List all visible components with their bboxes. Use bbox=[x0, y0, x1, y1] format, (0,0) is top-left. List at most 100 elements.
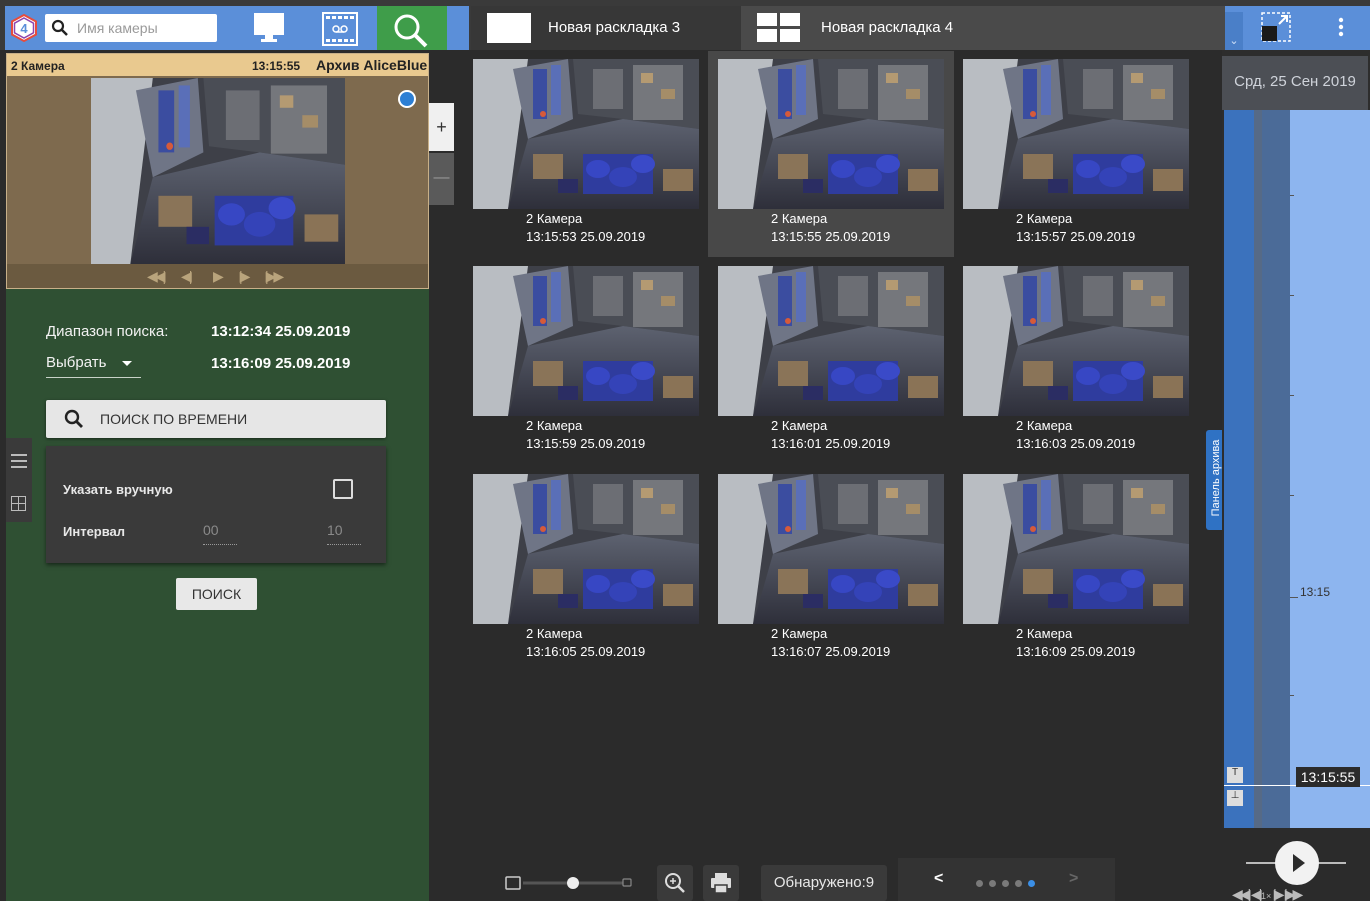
print-button[interactable] bbox=[703, 865, 739, 901]
interval-to[interactable]: 10 bbox=[327, 522, 343, 538]
select-dropdown[interactable]: Выбрать bbox=[46, 354, 106, 371]
time-search-button[interactable]: ПОИСК ПО ВРЕМЕНИ bbox=[46, 400, 386, 438]
tab-label: Новая раскладка 4 bbox=[821, 19, 954, 36]
result-item[interactable]: 2 Камера 13:15:59 25.09.2019 bbox=[463, 258, 709, 464]
camera-video[interactable] bbox=[91, 78, 345, 264]
skip-end-icon[interactable]: |▶▶ bbox=[1284, 886, 1303, 901]
result-item[interactable]: 2 Камера 13:16:01 25.09.2019 bbox=[708, 258, 954, 464]
skip-end-icon[interactable]: |▶▶ bbox=[265, 268, 284, 285]
search-icon bbox=[64, 409, 83, 428]
tab-layout-4[interactable]: Новая раскладка 4 bbox=[741, 6, 1225, 50]
search-icon bbox=[394, 14, 428, 48]
manual-checkbox[interactable] bbox=[333, 479, 353, 499]
timeline-tick bbox=[1290, 495, 1294, 496]
result-thumbnail[interactable] bbox=[718, 266, 944, 416]
thumbnail-size-slider[interactable] bbox=[495, 873, 645, 893]
result-time: 13:15:53 25.09.2019 bbox=[526, 229, 646, 244]
result-item[interactable]: 2 Камера 13:16:09 25.09.2019 bbox=[953, 466, 1199, 672]
interval-from[interactable]: 00 bbox=[203, 522, 219, 538]
step-forward-icon[interactable]: |▶ bbox=[239, 268, 251, 285]
page-dot[interactable] bbox=[1002, 880, 1009, 887]
skip-start-icon[interactable]: ◀◀| bbox=[1232, 886, 1251, 901]
zoom-out-button[interactable]: — bbox=[429, 153, 454, 205]
info-icon[interactable] bbox=[398, 90, 416, 108]
result-item[interactable]: 2 Камера 13:16:05 25.09.2019 bbox=[463, 466, 709, 672]
result-camera: 2 Камера bbox=[1016, 626, 1073, 641]
chevron-left-icon[interactable]: < bbox=[934, 870, 943, 888]
zoom-in-button[interactable]: + bbox=[429, 103, 454, 151]
result-thumbnail[interactable] bbox=[473, 266, 699, 416]
result-time: 13:16:07 25.09.2019 bbox=[771, 644, 891, 659]
speed-label[interactable]: 1× bbox=[1261, 891, 1271, 901]
app-window: { "topbar": { "search_placeholder": "Имя… bbox=[0, 0, 1370, 901]
step-back-icon[interactable]: ◀| bbox=[1251, 886, 1263, 901]
skip-start-icon[interactable]: ◀◀| bbox=[147, 268, 166, 285]
result-thumbnail[interactable] bbox=[963, 474, 1189, 624]
result-camera: 2 Камера bbox=[526, 626, 583, 641]
search-button[interactable]: ПОИСК bbox=[176, 578, 257, 610]
result-thumbnail[interactable] bbox=[473, 474, 699, 624]
result-time: 13:16:09 25.09.2019 bbox=[1016, 644, 1136, 659]
result-camera: 2 Камера bbox=[771, 211, 828, 226]
monitor-button[interactable] bbox=[238, 6, 298, 50]
chevron-down-icon[interactable] bbox=[122, 361, 132, 366]
step-forward-icon[interactable]: |▶ bbox=[1273, 886, 1285, 901]
camera-tile[interactable]: 2 Камера 13:15:55 Архив AliceBlue ◀◀| ◀|… bbox=[6, 53, 429, 289]
print-icon bbox=[711, 873, 731, 894]
result-thumbnail[interactable] bbox=[963, 266, 1189, 416]
result-time: 13:15:59 25.09.2019 bbox=[526, 436, 646, 451]
result-camera: 2 Камера bbox=[771, 626, 828, 641]
top-right-toolbar: ⌄ bbox=[1225, 6, 1370, 52]
grid-icon[interactable] bbox=[11, 496, 26, 511]
timeline-area[interactable] bbox=[1290, 110, 1370, 828]
result-item[interactable]: 2 Камера 13:16:03 25.09.2019 bbox=[953, 258, 1199, 464]
more-vert-icon[interactable] bbox=[1331, 12, 1351, 44]
chevron-right-icon[interactable]: > bbox=[1069, 870, 1078, 888]
search-icon bbox=[51, 19, 68, 36]
range-label: Диапазон поиска: bbox=[46, 323, 169, 340]
pagination: < > bbox=[898, 858, 1115, 901]
camera-time: 13:15:55 bbox=[252, 59, 301, 73]
result-thumbnail[interactable] bbox=[718, 59, 944, 209]
zoom-in-button[interactable] bbox=[657, 865, 693, 901]
layout-icon[interactable] bbox=[1261, 12, 1291, 42]
result-item[interactable]: 2 Камера 13:15:53 25.09.2019 bbox=[463, 51, 709, 257]
result-item[interactable]: 2 Камера 13:16:07 25.09.2019 bbox=[708, 466, 954, 672]
interval-label: Интервал bbox=[63, 524, 126, 539]
page-dot[interactable] bbox=[976, 880, 983, 887]
result-item[interactable]: 2 Камера 13:15:57 25.09.2019 bbox=[953, 51, 1199, 257]
timeline-stripe bbox=[1262, 110, 1290, 828]
result-thumbnail[interactable] bbox=[963, 59, 1189, 209]
hexagon-logo-icon[interactable]: 4 bbox=[10, 14, 38, 42]
tab-layout-3[interactable]: Новая раскладка 3 bbox=[471, 6, 741, 50]
result-item[interactable]: 2 Камера 13:15:55 25.09.2019 bbox=[708, 51, 954, 257]
result-thumbnail[interactable] bbox=[718, 474, 944, 624]
bottom-marker-button[interactable]: ⊥ bbox=[1227, 790, 1243, 806]
camera-header: 2 Камера 13:15:55 Архив AliceBlue bbox=[7, 54, 428, 76]
timeline-tick bbox=[1290, 395, 1294, 396]
play-button[interactable] bbox=[1275, 841, 1319, 885]
result-time: 13:16:05 25.09.2019 bbox=[526, 644, 646, 659]
play-icon[interactable]: ▶ bbox=[213, 268, 224, 285]
camera-name-input[interactable] bbox=[77, 17, 211, 39]
result-camera: 2 Камера bbox=[526, 418, 583, 433]
camera-name: 2 Камера bbox=[11, 59, 65, 73]
page-dot[interactable] bbox=[1015, 880, 1022, 887]
search-mode-button[interactable] bbox=[377, 6, 447, 50]
page-dot[interactable] bbox=[1028, 880, 1035, 887]
range-start: 13:12:34 25.09.2019 bbox=[211, 323, 351, 340]
timeline-panel: Срд, 25 Сен 2019 13:15 13:15:55 T ⊥ ◀◀| … bbox=[1222, 50, 1370, 901]
side-handle bbox=[6, 438, 32, 522]
result-camera: 2 Камера bbox=[526, 211, 583, 226]
archive-button[interactable] bbox=[308, 6, 368, 50]
step-back-icon[interactable]: ◀| bbox=[181, 268, 193, 285]
camera-search-box[interactable] bbox=[45, 14, 217, 42]
menu-icon[interactable] bbox=[11, 454, 27, 468]
page-dot[interactable] bbox=[989, 880, 996, 887]
zoom-panel: + — bbox=[429, 103, 454, 205]
result-thumbnail[interactable] bbox=[473, 59, 699, 209]
chevron-down-icon[interactable]: ⌄ bbox=[1225, 12, 1243, 52]
top-marker-button[interactable]: T bbox=[1227, 767, 1243, 783]
manual-label: Указать вручную bbox=[63, 482, 173, 497]
result-time: 13:15:55 25.09.2019 bbox=[771, 229, 891, 244]
